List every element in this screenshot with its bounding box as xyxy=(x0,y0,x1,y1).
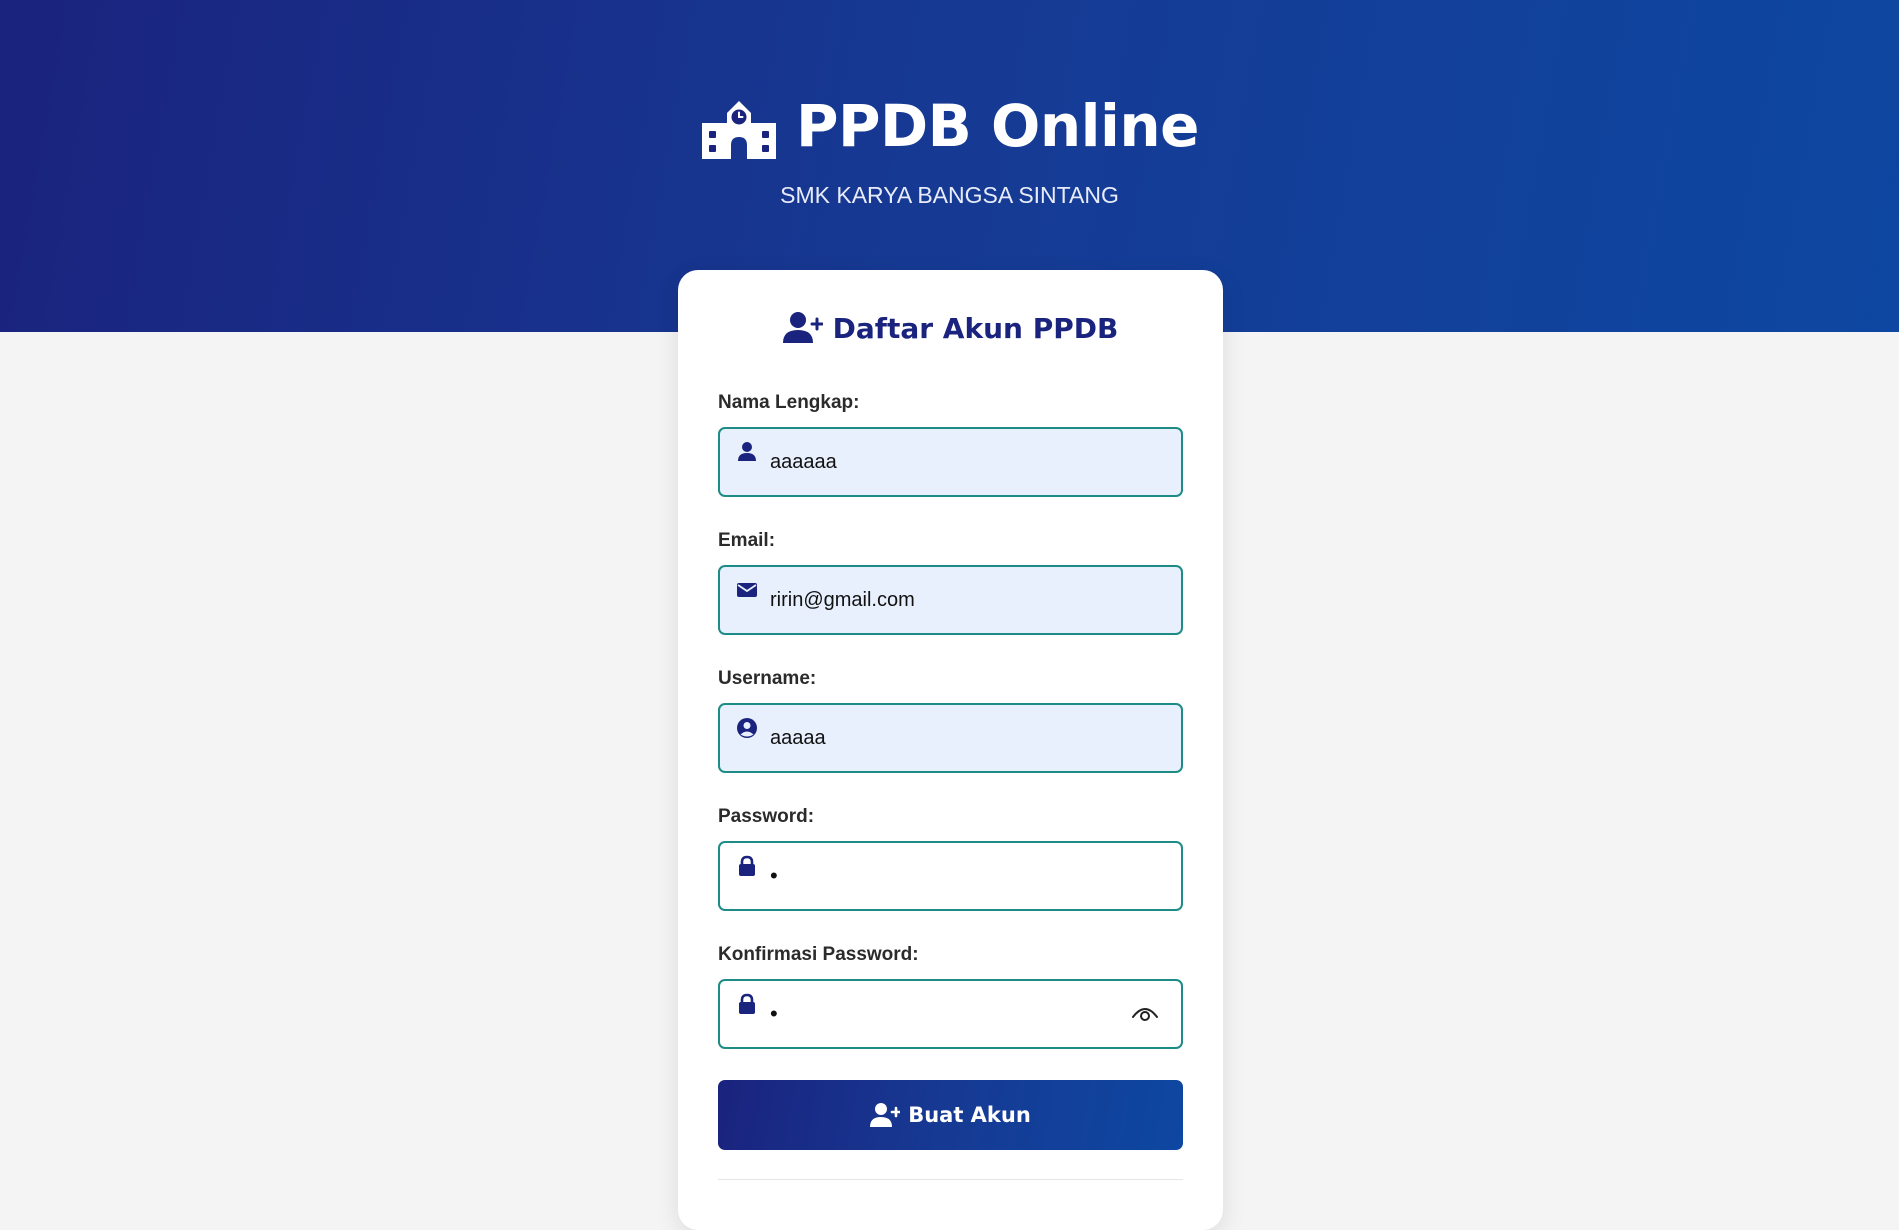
envelope-icon xyxy=(737,583,757,597)
user-plus-icon xyxy=(782,312,823,343)
email-input[interactable] xyxy=(770,567,1150,633)
user-icon xyxy=(738,442,756,461)
username-input[interactable] xyxy=(770,705,1150,771)
user-circle-icon xyxy=(737,718,757,738)
email-label: Email: xyxy=(718,530,776,551)
konfirmasi-password-label: Konfirmasi Password: xyxy=(718,944,919,965)
divider xyxy=(718,1179,1183,1180)
school-icon xyxy=(701,101,776,159)
lock-icon xyxy=(739,993,755,1014)
nama-lengkap-label: Nama Lengkap: xyxy=(718,392,860,413)
app-title: PPDB Online xyxy=(795,92,1200,160)
nama-lengkap-input[interactable] xyxy=(770,429,1150,495)
brand: PPDB Online xyxy=(0,88,1899,164)
register-card: Daftar Akun PPDB Nama Lengkap: Email: Us… xyxy=(678,270,1223,1230)
konfirmasi-password-input[interactable] xyxy=(770,981,1150,1047)
konfirmasi-password-field[interactable] xyxy=(718,979,1183,1049)
password-label: Password: xyxy=(718,806,815,827)
form-title: Daftar Akun PPDB xyxy=(832,311,1119,345)
buat-akun-label: Buat Akun xyxy=(908,1103,1031,1127)
user-plus-icon xyxy=(870,1103,901,1127)
email-field[interactable] xyxy=(718,565,1183,635)
username-label: Username: xyxy=(718,668,817,689)
buat-akun-button[interactable]: Buat Akun xyxy=(718,1080,1183,1150)
school-name: SMK KARYA BANGSA SINTANG xyxy=(780,182,1119,208)
lock-icon xyxy=(739,855,755,876)
nama-lengkap-field[interactable] xyxy=(718,427,1183,497)
form-heading: Daftar Akun PPDB xyxy=(678,306,1223,350)
eye-icon[interactable] xyxy=(1131,1003,1159,1023)
password-input[interactable] xyxy=(770,843,1150,909)
password-field[interactable] xyxy=(718,841,1183,911)
username-field[interactable] xyxy=(718,703,1183,773)
